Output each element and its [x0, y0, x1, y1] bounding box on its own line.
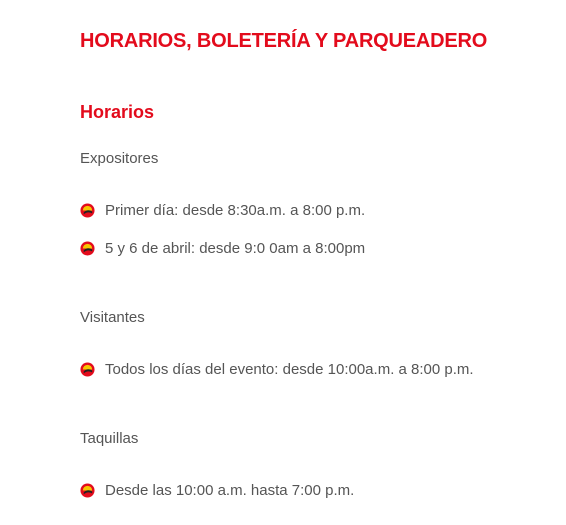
group-label-visitantes: Visitantes	[80, 309, 145, 326]
brand-bullet-icon	[80, 362, 95, 377]
list-item-text: Desde las 10:00 a.m. hasta 7:00 p.m.	[105, 482, 355, 499]
group-label-expositores: Expositores	[80, 150, 159, 167]
brand-bullet-icon	[80, 241, 95, 256]
list-item: Primer día: desde 8:30a.m. a 8:00 p.m.	[80, 202, 365, 219]
list-item: Todos los días del evento: desde 10:00a.…	[80, 361, 474, 378]
page-title: HORARIOS, BOLETERÍA Y PARQUEADERO	[80, 30, 488, 52]
list-item: 5 y 6 de abril: desde 9:0 0am a 8:00pm	[80, 240, 365, 257]
brand-bullet-icon	[80, 203, 95, 218]
list-item: Desde las 10:00 a.m. hasta 7:00 p.m.	[80, 482, 354, 499]
list-item-text: Primer día: desde 8:30a.m. a 8:00 p.m.	[105, 202, 366, 219]
list-item-text: Todos los días del evento: desde 10:00a.…	[105, 361, 474, 378]
brand-bullet-icon	[80, 483, 95, 498]
section-title-horarios: Horarios	[80, 102, 155, 122]
list-item-text: 5 y 6 de abril: desde 9:0 0am a 8:00pm	[105, 240, 366, 257]
group-label-taquillas: Taquillas	[80, 430, 139, 447]
